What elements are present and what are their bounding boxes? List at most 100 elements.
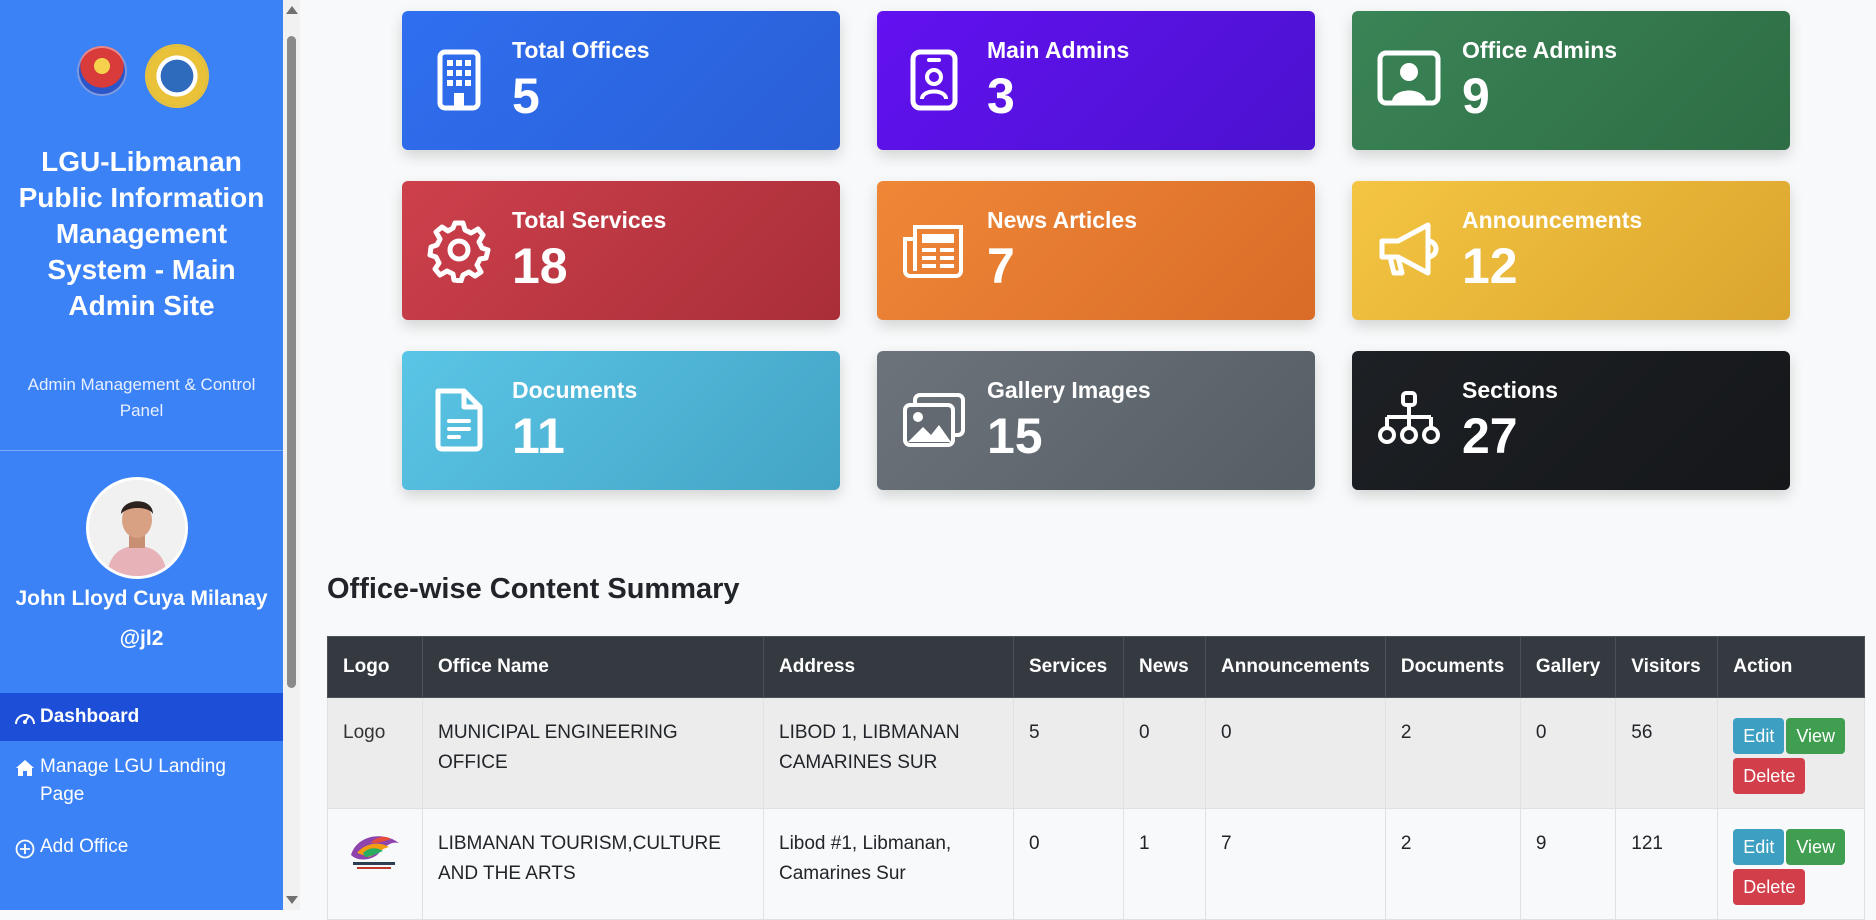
action-cell: Edit View Delete — [1717, 697, 1865, 809]
delete-button[interactable]: Delete — [1733, 869, 1806, 905]
column-header: Action — [1717, 636, 1865, 698]
stat-card-news-articles[interactable]: News Articles 7 — [877, 181, 1315, 320]
stat-card-announcements[interactable]: Announcements 12 — [1352, 181, 1790, 320]
stat-label: Gallery Images — [987, 377, 1151, 403]
table-header-row: Logo Office Name Address Services News A… — [327, 636, 1865, 698]
view-button[interactable]: View — [1786, 718, 1846, 754]
plus-circle-icon — [15, 839, 35, 859]
sidebar-item-add-office[interactable]: Add Office — [0, 821, 283, 873]
site-title: LGU-Libmanan Public Information Manageme… — [18, 146, 265, 321]
sidebar-scrollbar[interactable] — [283, 0, 300, 910]
gallery-count: 0 — [1519, 697, 1617, 809]
documents-count: 2 — [1384, 808, 1521, 920]
view-button[interactable]: View — [1786, 829, 1846, 865]
sidebar-item-label: Manage LGU Landing Page — [40, 756, 226, 805]
announcements-count: 7 — [1205, 808, 1386, 920]
stat-value: 15 — [987, 408, 1043, 464]
id-badge-icon — [910, 49, 958, 111]
person-screen-icon — [1377, 50, 1441, 106]
office-name: LIBMANAN TOURISM,CULTURE AND THE ARTS — [422, 808, 764, 920]
stat-label: Announcements — [1462, 207, 1643, 233]
table-row: Logo MUNICIPAL ENGINEERING OFFICE LIBOD … — [327, 697, 1865, 809]
summary-title: Office-wise Content Summary — [327, 573, 740, 605]
newspaper-icon — [903, 225, 963, 278]
visitors-count: 121 — [1615, 808, 1719, 920]
sidebar-item-landing-page[interactable]: Manage LGU Landing Page — [0, 741, 283, 821]
column-header: Documents — [1384, 636, 1521, 698]
avatar[interactable] — [86, 477, 188, 579]
stat-card-sections[interactable]: Sections 27 — [1352, 351, 1790, 490]
libmanan-seal-logo — [146, 46, 207, 106]
news-count: 1 — [1123, 808, 1206, 920]
sitemap-icon — [1378, 391, 1440, 444]
sidebar-item-dashboard[interactable]: Dashboard — [0, 693, 283, 741]
stat-card-main-admins[interactable]: Main Admins 3 — [877, 11, 1315, 150]
bagong-pilipinas-logo — [76, 46, 127, 96]
stat-value: 18 — [512, 238, 568, 294]
building-icon — [437, 49, 481, 111]
services-count: 5 — [1013, 697, 1124, 809]
megaphone-icon — [1379, 222, 1439, 276]
documents-count: 2 — [1384, 697, 1521, 809]
broken-image-icon: Logo — [343, 722, 386, 743]
stat-label: Total Offices — [512, 37, 650, 63]
stat-cards: Total Offices 5 Main Admins 3 Office Adm… — [402, 11, 1790, 490]
office-logo-cell: Logo — [327, 697, 423, 809]
stat-value: 7 — [987, 238, 1015, 294]
stat-value: 11 — [512, 408, 565, 464]
column-header: Gallery — [1519, 636, 1617, 698]
news-count: 0 — [1123, 697, 1206, 809]
column-header: Office Name — [422, 636, 764, 698]
scroll-thumb[interactable] — [287, 36, 296, 688]
stat-card-gallery-images[interactable]: Gallery Images 15 — [877, 351, 1315, 490]
home-icon — [16, 760, 34, 776]
stat-card-total-offices[interactable]: Total Offices 5 — [402, 11, 840, 150]
column-header: Visitors — [1615, 636, 1719, 698]
stat-value: 9 — [1462, 68, 1490, 124]
stat-value: 3 — [987, 68, 1015, 124]
stat-value: 5 — [512, 68, 540, 124]
office-logo-cell — [327, 808, 423, 920]
stat-card-documents[interactable]: Documents 11 — [402, 351, 840, 490]
column-header: Announcements — [1205, 636, 1386, 698]
gallery-count: 9 — [1519, 808, 1617, 920]
visitors-count: 56 — [1615, 697, 1719, 809]
images-icon — [903, 393, 965, 447]
sidebar-nav: Dashboard Manage LGU Landing Page Add Of… — [0, 693, 283, 873]
scroll-down-icon[interactable] — [286, 896, 298, 904]
user-handle: @jl2 — [119, 627, 164, 650]
edit-button[interactable]: Edit — [1733, 718, 1785, 754]
column-header: News — [1123, 636, 1206, 698]
dashboard-icon — [15, 714, 35, 725]
sidebar: LGU-Libmanan Public Information Manageme… — [0, 0, 283, 910]
office-summary-table: Logo Office Name Address Services News A… — [327, 636, 1865, 920]
table-row: LIBMANAN TOURISM,CULTURE AND THE ARTS Li… — [327, 808, 1865, 920]
sidebar-item-label: Dashboard — [40, 706, 140, 727]
announcements-count: 0 — [1205, 697, 1386, 809]
document-icon — [435, 388, 483, 452]
column-header: Logo — [327, 636, 423, 698]
stat-label: News Articles — [987, 207, 1137, 233]
sidebar-logos — [0, 46, 283, 106]
stat-card-total-services[interactable]: Total Services 18 — [402, 181, 840, 320]
stat-label: Documents — [512, 377, 638, 403]
delete-button[interactable]: Delete — [1733, 758, 1806, 794]
office-address: Libod #1, Libmanan, Camarines Sur — [763, 808, 1014, 920]
stat-value: 27 — [1462, 408, 1518, 464]
stat-card-office-admins[interactable]: Office Admins 9 — [1352, 11, 1790, 150]
stat-label: Sections — [1462, 377, 1558, 403]
stat-label: Main Admins — [987, 37, 1130, 63]
stat-value: 12 — [1462, 238, 1518, 294]
tourism-office-logo — [351, 836, 399, 869]
gear-icon — [427, 220, 491, 283]
sidebar-item-label: Add Office — [40, 836, 129, 857]
edit-button[interactable]: Edit — [1733, 829, 1785, 865]
column-header: Services — [1013, 636, 1124, 698]
scroll-up-icon[interactable] — [286, 6, 298, 14]
services-count: 0 — [1013, 808, 1124, 920]
user-name: John Lloyd Cuya Milanay — [15, 587, 268, 610]
office-name: MUNICIPAL ENGINEERING OFFICE — [422, 697, 764, 809]
column-header: Address — [763, 636, 1014, 698]
action-cell: Edit View Delete — [1717, 808, 1865, 920]
site-subtitle: Admin Management & Control Panel — [27, 375, 256, 420]
